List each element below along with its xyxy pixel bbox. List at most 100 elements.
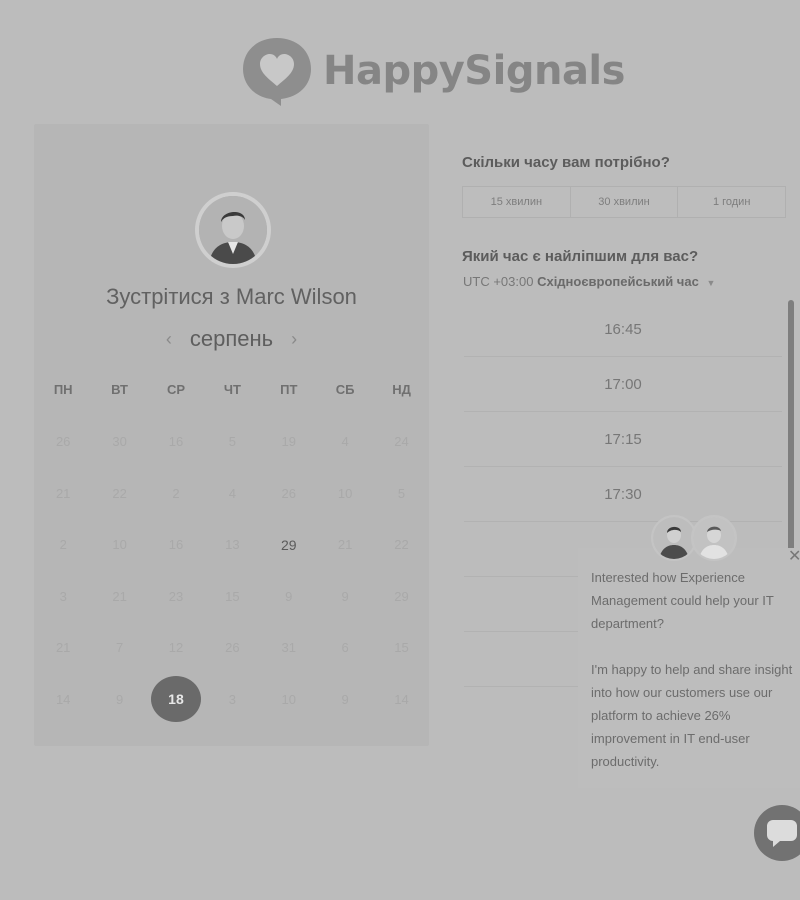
chat-popup: Interested how Experience Management cou…	[578, 548, 800, 788]
chevron-left-icon[interactable]: ‹	[166, 329, 172, 350]
calendar-day-number: 6	[341, 640, 349, 656]
calendar-day-number: 26	[281, 485, 296, 501]
calendar-day: 29	[373, 571, 429, 623]
calendar-day: 15	[373, 622, 429, 674]
calendar-panel: Зустрітися з Marc Wilson ‹ серпень › ПН …	[34, 124, 429, 746]
calendar-day: 12	[148, 622, 204, 674]
calendar-day-number: 9	[285, 588, 293, 604]
calendar-day: 10	[317, 468, 373, 520]
chat-message-line: I'm happy to help and share insight into…	[591, 662, 793, 769]
month-navigation: ‹ серпень ›	[34, 326, 429, 352]
time-slot[interactable]: 17:30	[464, 467, 782, 522]
calendar-day: 3	[204, 674, 260, 726]
calendar-day: 6	[317, 622, 373, 674]
calendar-day: 16	[148, 416, 204, 468]
duration-option-15[interactable]: 15 хвилин	[463, 187, 571, 217]
weekday-label: ПН	[53, 382, 73, 397]
weekday-label: ВТ	[111, 382, 128, 397]
calendar-day-number: 18	[150, 676, 201, 723]
calendar-day: 9	[317, 571, 373, 623]
calendar-day-number: 26	[55, 434, 71, 450]
calendar-day: 14	[35, 674, 91, 726]
calendar-day-number: 26	[225, 640, 240, 656]
calendar-day-number: 15	[394, 640, 409, 656]
calendar-day-available[interactable]: 29	[261, 519, 317, 571]
calendar-day-number: 9	[341, 691, 349, 707]
calendar-day: 7	[91, 622, 147, 674]
calendar-day: 9	[261, 571, 317, 623]
time-slot[interactable]: 16:45	[464, 302, 782, 357]
calendar-day: 26	[261, 468, 317, 520]
calendar-day-number: 14	[55, 691, 71, 707]
calendar-day-number: 21	[55, 640, 71, 656]
calendar-day: 26	[35, 416, 91, 468]
calendar-day: 5	[204, 416, 260, 468]
calendar-day: 4	[317, 416, 373, 468]
calendar-day: 2	[35, 519, 91, 571]
meeting-title: Зустрітися з Marc Wilson	[106, 284, 357, 309]
calendar-day-number: 3	[59, 588, 67, 604]
calendar-day-number: 30	[112, 434, 127, 450]
calendar-day-number: 23	[168, 588, 184, 604]
chevron-right-icon[interactable]: ›	[291, 329, 297, 350]
calendar-day: 15	[204, 571, 260, 623]
calendar-day: 22	[373, 519, 429, 571]
chat-bubble-icon	[767, 820, 797, 847]
calendar-day: 16	[148, 519, 204, 571]
duration-question: Скільки часу вам потрібно?	[462, 154, 670, 171]
calendar-day-number: 4	[228, 485, 236, 501]
close-icon[interactable]: ✕	[788, 546, 800, 566]
calendar-day: 21	[91, 571, 147, 623]
calendar-day: 23	[148, 571, 204, 623]
calendar-day-selected[interactable]: 18	[148, 674, 204, 726]
chat-message: Interested how Experience Management cou…	[591, 566, 796, 773]
calendar-day-number: 22	[394, 537, 409, 553]
weekday-label: НД	[392, 382, 411, 397]
agent-avatar	[691, 515, 737, 561]
calendar-day-number: 2	[59, 537, 67, 553]
time-slot[interactable]: 17:15	[464, 412, 782, 467]
scrollbar[interactable]	[788, 300, 794, 560]
calendar-day-number: 21	[112, 588, 127, 604]
calendar-day-number: 2	[172, 485, 180, 501]
calendar-day-number: 29	[394, 588, 409, 604]
calendar-day: 5	[373, 468, 429, 520]
calendar-day-number: 9	[115, 691, 124, 707]
calendar-day: 26	[204, 622, 260, 674]
calendar-day: 22	[91, 468, 147, 520]
calendar-day-number: 10	[337, 485, 353, 501]
calendar-day-number: 21	[55, 485, 71, 501]
calendar-day: 2	[148, 468, 204, 520]
weekday-label: ПТ	[280, 382, 298, 397]
calendar-day-number: 22	[112, 485, 127, 501]
duration-option-30[interactable]: 30 хвилин	[571, 187, 679, 217]
calendar-day-number: 12	[168, 640, 184, 656]
calendar-day-number: 13	[225, 537, 240, 553]
calendar-day-number: 9	[341, 588, 349, 604]
timezone-offset: UTC +03:00	[463, 274, 534, 289]
calendar-day: 9	[91, 674, 147, 726]
calendar-day-number: 19	[281, 434, 296, 450]
calendar-day-number: 31	[281, 640, 296, 656]
weekday-label: ЧТ	[223, 382, 241, 397]
calendar-day-number: 14	[394, 691, 409, 707]
weekday-header: ПН ВТ СР ЧТ ПТ СБ НД	[34, 382, 429, 397]
chat-message-line: Interested how Experience Management cou…	[591, 570, 774, 631]
calendar-day-number: 21	[337, 537, 353, 553]
duration-selector: 15 хвилин 30 хвилин 1 годин	[462, 186, 786, 218]
calendar-day-number: 4	[341, 434, 349, 450]
calendar-day-number: 10	[112, 537, 127, 553]
timezone-selector[interactable]: UTC +03:00 Східноєвропейський час ▼	[463, 274, 715, 289]
calendar-day: 10	[261, 674, 317, 726]
calendar-day-number: 24	[394, 434, 409, 450]
duration-option-60[interactable]: 1 годин	[678, 187, 785, 217]
time-slot[interactable]: 17:00	[464, 357, 782, 412]
time-question: Який час є найліпшим для вас?	[462, 248, 699, 265]
calendar-day-number: 16	[168, 434, 184, 450]
weekday-label: СБ	[335, 382, 355, 397]
calendar-day: 3	[35, 571, 91, 623]
calendar-day: 21	[317, 519, 373, 571]
host-avatar	[195, 192, 271, 268]
chat-agent-avatars	[651, 515, 741, 561]
calendar-day-number: 15	[225, 588, 240, 604]
